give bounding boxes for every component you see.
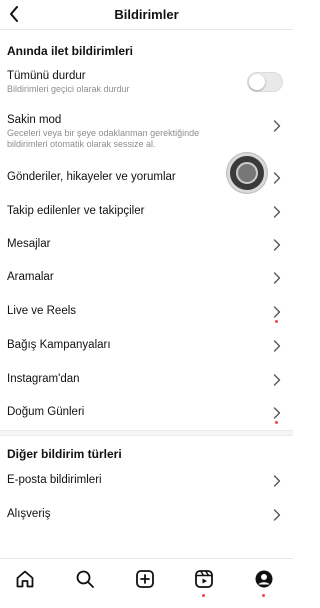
- quiet-mode-subtitle-line2: bildirimleri otomatik olarak sessize al.: [7, 139, 156, 149]
- list-item-fundraisers[interactable]: Bağış Kampanyaları: [0, 336, 293, 356]
- tab-create[interactable]: [133, 567, 157, 591]
- list-item-following-followers[interactable]: Takip edilenler ve takipçiler: [0, 202, 293, 222]
- list-item-label: Mesajlar: [7, 238, 51, 250]
- reels-notification-dot: [202, 594, 205, 597]
- list-item-live-reels[interactable]: Live ve Reels: [0, 302, 293, 322]
- list-item-label: Takip edilenler ve takipçiler: [7, 205, 145, 217]
- chevron-right-icon: [273, 306, 281, 318]
- header-bar: Bildirimler: [0, 0, 293, 30]
- chevron-right-icon: [273, 206, 281, 218]
- notification-dot: [275, 320, 278, 323]
- list-item-label: E-posta bildirimleri: [7, 474, 102, 486]
- chevron-right-icon: [273, 374, 281, 386]
- chevron-right-icon: [273, 407, 281, 419]
- tab-reels[interactable]: [192, 567, 216, 591]
- list-item-label: Instagram'dan: [7, 373, 80, 385]
- bottom-tab-bar: [0, 558, 293, 608]
- reels-icon: [195, 570, 213, 588]
- quiet-mode-label: Sakin mod: [7, 114, 62, 126]
- touch-indicator-center: [236, 162, 258, 184]
- list-item-shopping[interactable]: Alışveriş: [0, 505, 293, 525]
- list-item-birthdays[interactable]: Doğum Günleri: [0, 403, 293, 423]
- tab-home[interactable]: [13, 567, 37, 591]
- pause-all-subtitle: Bildirimleri geçici olarak durdur: [7, 84, 130, 94]
- pause-all-label: Tümünü durdur: [7, 70, 86, 82]
- list-item-label: Doğum Günleri: [7, 406, 85, 418]
- chevron-right-icon: [273, 340, 281, 352]
- chevron-right-icon: [273, 239, 281, 251]
- list-item-label: Alışveriş: [7, 508, 51, 520]
- list-item-label: Aramalar: [7, 271, 54, 283]
- list-item-calls[interactable]: Aramalar: [0, 268, 293, 288]
- section-divider: [0, 430, 293, 436]
- list-item-messages[interactable]: Mesajlar: [0, 235, 293, 255]
- quiet-mode-row[interactable]: Sakin mod Geceleri veya bir şeye odaklan…: [0, 110, 293, 152]
- home-icon: [16, 570, 34, 588]
- list-item-from-instagram[interactable]: Instagram'dan: [0, 370, 293, 390]
- chevron-right-icon: [273, 509, 281, 521]
- page-title: Bildirimler: [114, 7, 179, 22]
- section-title-other: Diğer bildirim türleri: [7, 447, 122, 461]
- toggle-knob: [249, 74, 265, 90]
- chevron-right-icon: [273, 272, 281, 284]
- list-item-label: Bağış Kampanyaları: [7, 339, 111, 351]
- chevron-right-icon: [273, 475, 281, 487]
- profile-notification-dot: [262, 594, 265, 597]
- tab-profile[interactable]: [252, 567, 276, 591]
- notification-dot: [275, 421, 278, 424]
- touch-indicator: [227, 153, 267, 193]
- chevron-right-icon: [273, 172, 281, 184]
- chevron-right-icon: [273, 120, 281, 132]
- pause-all-toggle[interactable]: [247, 72, 283, 92]
- list-item-label: Live ve Reels: [7, 305, 77, 317]
- profile-icon: [255, 570, 273, 588]
- create-icon: [136, 570, 154, 588]
- list-item-email-notifications[interactable]: E-posta bildirimleri: [0, 471, 293, 491]
- list-item-label: Gönderiler, hikayeler ve yorumlar: [7, 171, 176, 183]
- section-title-immediate: Anında ilet bildirimleri: [7, 44, 134, 58]
- tab-search[interactable]: [73, 567, 97, 591]
- search-icon: [76, 570, 94, 588]
- quiet-mode-subtitle-line1: Geceleri veya bir şeye odaklanman gerekt…: [7, 128, 200, 138]
